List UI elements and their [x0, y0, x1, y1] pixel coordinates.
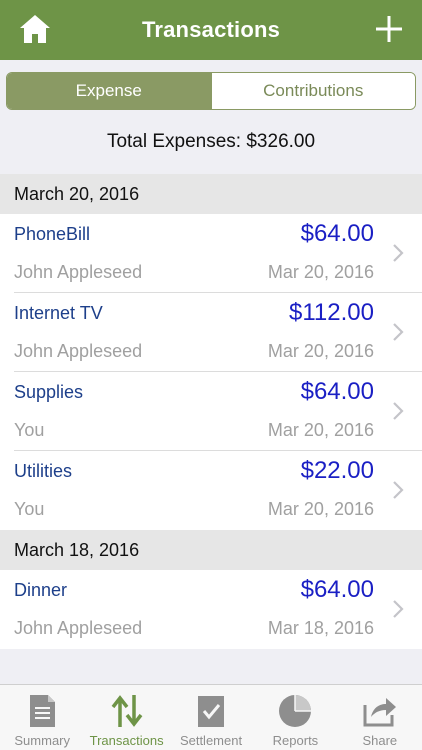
transaction-payer: John Appleseed — [14, 618, 143, 638]
share-icon — [363, 698, 396, 727]
add-icon[interactable] — [374, 14, 404, 44]
transaction-payer: John Appleseed — [14, 262, 143, 282]
transaction-payer: You — [14, 420, 45, 440]
chevron-right-icon — [393, 323, 404, 341]
navigation-bar: Transactions — [0, 0, 422, 60]
section-header: March 20, 2016 — [0, 174, 422, 214]
transaction-amount: $64.00 — [300, 220, 374, 247]
transaction-name: Dinner — [14, 580, 68, 600]
transaction-date: Mar 20, 2016 — [267, 499, 374, 519]
pie-chart-icon — [279, 695, 312, 727]
transaction-name: Internet TV — [14, 303, 103, 323]
transaction-amount: $64.00 — [300, 378, 374, 405]
chevron-right-icon — [393, 481, 404, 499]
tab-transactions[interactable]: Transactions — [84, 685, 168, 750]
transaction-payer: John Appleseed — [14, 341, 143, 361]
segment-expense[interactable]: Expense — [7, 73, 211, 109]
transaction-amount: $112.00 — [289, 299, 374, 326]
tab-label: Summary — [14, 733, 71, 748]
chevron-right-icon — [393, 244, 404, 262]
transaction-row[interactable]: Internet TV $112.00 John Appleseed Mar 2… — [0, 293, 422, 372]
transaction-date: Mar 18, 2016 — [267, 618, 374, 638]
transaction-name: Supplies — [14, 382, 84, 402]
transaction-row[interactable]: PhoneBill $64.00 John Appleseed Mar 20, … — [0, 214, 422, 293]
transaction-amount: $64.00 — [300, 576, 374, 603]
segment-contributions[interactable]: Contributions — [210, 73, 415, 109]
tab-label: Share — [362, 733, 398, 748]
transaction-row[interactable]: Dinner $64.00 John Appleseed Mar 18, 201… — [0, 570, 422, 649]
transaction-row[interactable]: Supplies $64.00 You Mar 20, 2016 — [0, 372, 422, 451]
tab-reports[interactable]: Reports — [253, 685, 337, 750]
transfer-arrows-icon — [111, 695, 142, 727]
page-title: Transactions — [141, 17, 281, 42]
chevron-right-icon — [393, 600, 404, 618]
transaction-date: Mar 20, 2016 — [267, 420, 374, 440]
section-header: March 18, 2016 — [0, 530, 422, 570]
tab-label: Reports — [272, 733, 319, 748]
tab-summary[interactable]: Summary — [0, 685, 84, 750]
transaction-date: Mar 20, 2016 — [267, 341, 374, 361]
tab-settlement[interactable]: Settlement — [169, 685, 253, 750]
transaction-name: Utilities — [14, 461, 73, 481]
checklist-icon — [198, 696, 225, 727]
chevron-right-icon — [393, 402, 404, 420]
tab-label: Settlement — [179, 733, 243, 748]
segment-container: Expense Contributions — [0, 60, 422, 123]
segmented-control: Expense Contributions — [6, 72, 416, 110]
home-icon[interactable] — [18, 12, 52, 46]
transaction-row[interactable]: Utilities $22.00 You Mar 20, 2016 — [0, 451, 422, 530]
total-expenses: Total Expenses: $326.00 — [106, 131, 316, 152]
transaction-amount: $22.00 — [300, 457, 374, 484]
document-icon — [30, 695, 56, 727]
transaction-date: Mar 20, 2016 — [267, 262, 374, 282]
transaction-name: PhoneBill — [14, 224, 91, 244]
tab-share[interactable]: Share — [338, 685, 422, 750]
tab-label: Transactions — [89, 733, 164, 748]
tab-bar: Summary Transactions Settlement Reports … — [0, 684, 422, 750]
transaction-payer: You — [14, 499, 45, 519]
